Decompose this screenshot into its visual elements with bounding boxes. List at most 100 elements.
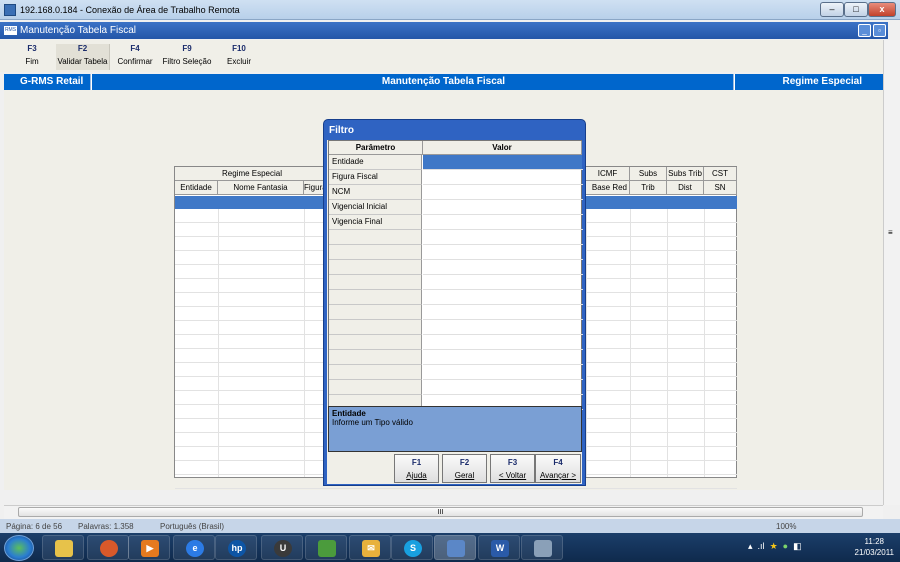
header-divider [90, 74, 92, 90]
skype-icon: S [404, 540, 422, 557]
filtro-valor-line [423, 394, 583, 395]
app-title-text: Manutenção Tabela Fiscal [20, 25, 136, 36]
messenger-icon [318, 540, 336, 557]
mail-task[interactable]: ✉ [349, 535, 391, 560]
filtro-valor-line [423, 319, 583, 320]
hp-task[interactable]: hp [215, 535, 257, 560]
grid-col-icmf[interactable]: ICMF [586, 167, 630, 181]
filtro-valor-line [423, 289, 583, 290]
filtro-param-row[interactable]: Figura Fiscal [329, 170, 422, 185]
calculator-icon [534, 540, 552, 557]
filtro-voltar-button[interactable]: F3 < Voltar [490, 454, 535, 483]
word-icon: W [491, 540, 509, 557]
ultraedit-icon: U [274, 540, 292, 557]
filtro-valor-line [423, 274, 583, 275]
app-minimize-button[interactable]: _ [858, 24, 871, 37]
firefox-task[interactable] [87, 535, 129, 560]
horizontal-scrollbar[interactable]: III [4, 505, 883, 519]
filtro-param-row[interactable] [329, 275, 422, 290]
filtro-param-row[interactable] [329, 320, 422, 335]
grid-col-subs[interactable]: Subs [630, 167, 667, 181]
filtro-param-row[interactable] [329, 380, 422, 395]
filtro-description: Entidade Informe um Tipo válido [328, 406, 582, 452]
filtro-valor-line [423, 364, 583, 365]
filtro-param-row[interactable] [329, 290, 422, 305]
filtro-param-row[interactable]: Vigencia Final [329, 215, 422, 230]
media-task[interactable]: ▶ [128, 535, 170, 560]
tray-expand-icon[interactable]: ▴ [748, 541, 753, 551]
app-restore-button[interactable]: ▫ [873, 24, 886, 37]
hp-icon: hp [228, 540, 246, 557]
toolbar: F3 Fim F2 Validar Tabela F4 Confirmar F9 Fil… [0, 40, 888, 72]
filtro-desc-title: Entidade [332, 409, 366, 418]
grid-col-dist[interactable]: Dist [667, 181, 704, 195]
rdp-titlebar: 192.168.0.184 - Conexão de Área de Traba… [0, 0, 900, 20]
taskbar: ▶ e hp U ✉ S W ▴ .ıl ★ ● ◧ 11:28 21/03/2… [0, 533, 900, 562]
filtro-valor-line [423, 349, 583, 350]
header-left: G-RMS Retail [20, 76, 84, 87]
calculator-task[interactable] [521, 535, 563, 560]
toolbar-excluir-button[interactable]: F10 Excluir [226, 44, 252, 70]
maximize-button[interactable]: □ [844, 2, 868, 17]
filtro-col-valor: Valor [423, 141, 582, 155]
filtro-valor-selected[interactable] [423, 155, 582, 170]
grid-col-trib[interactable]: Trib [630, 181, 667, 195]
security-icon[interactable]: ● [783, 541, 788, 551]
close-button[interactable]: x [868, 2, 896, 17]
filtro-param-row[interactable] [329, 230, 422, 245]
filtro-geral-button[interactable]: F2 Geral [442, 454, 487, 483]
rms-logo-icon: RMS [4, 26, 17, 35]
rdp-title-text: 192.168.0.184 - Conexão de Área de Traba… [20, 5, 240, 15]
filtro-valor-line [423, 304, 583, 305]
filtro-ajuda-button[interactable]: F1 Ajuda [394, 454, 439, 483]
word-task[interactable]: W [478, 535, 520, 560]
media-player-icon: ▶ [141, 540, 159, 557]
grid-col-subs-trib[interactable]: Subs Trib [667, 167, 704, 181]
filtro-param-row[interactable] [329, 335, 422, 350]
filtro-valor-line [423, 334, 583, 335]
grid-col-nome-fantasia[interactable]: Nome Fantasia [218, 181, 304, 195]
ie-task[interactable]: e [173, 535, 215, 560]
grid-col-sn[interactable]: SN [704, 181, 737, 195]
grid-col-base-red[interactable]: Base Red [586, 181, 630, 195]
filtro-param-row[interactable]: Vigencial Inicial [329, 200, 422, 215]
start-button[interactable] [4, 535, 34, 561]
vscroll-grip[interactable]: ≡ [888, 228, 893, 237]
vertical-scrollbar[interactable]: ≡ [883, 40, 900, 505]
star-icon[interactable]: ★ [770, 541, 778, 551]
toolbar-confirmar-button[interactable]: F4 Confirmar [116, 44, 154, 70]
skype-task[interactable]: S [391, 535, 433, 560]
grid-col-cst[interactable]: CST [704, 167, 737, 181]
filtro-avancar-button[interactable]: F4 Avançar > [535, 454, 581, 483]
clock[interactable]: 11:28 21/03/2011 [855, 536, 894, 558]
module-header: Manutenção Tabela Fiscal G-RMS Retail Re… [4, 74, 883, 90]
explorer-task[interactable] [42, 535, 84, 560]
rdp-task[interactable] [434, 535, 476, 560]
filtro-param-row[interactable] [329, 365, 422, 380]
filtro-param-row[interactable] [329, 245, 422, 260]
filtro-param-row[interactable] [329, 350, 422, 365]
minimize-button[interactable]: – [820, 2, 844, 17]
filtro-valor-line [423, 199, 583, 200]
volume-icon[interactable]: ◧ [793, 541, 802, 551]
word-statusbar: Página: 6 de 56 Palavras: 1.358 Portuguê… [0, 519, 900, 533]
toolbar-filtro-button[interactable]: F9 Filtro Seleção [162, 44, 212, 70]
clock-date: 21/03/2011 [854, 548, 894, 557]
grid-col-entidade[interactable]: Entidade [175, 181, 218, 195]
filtro-table[interactable]: Parâmetro Valor Entidade Figura Fiscal NCM… [328, 140, 583, 410]
filtro-valor-line [423, 379, 583, 380]
messenger-task[interactable] [305, 535, 347, 560]
toolbar-validar-button[interactable]: F2 Validar Tabela [56, 44, 110, 70]
hscroll-thumb[interactable]: III [18, 507, 863, 517]
filtro-param-row[interactable] [329, 260, 422, 275]
filtro-valor-line [423, 184, 583, 185]
header-center: Manutenção Tabela Fiscal [381, 76, 506, 87]
filtro-param-row[interactable] [329, 305, 422, 320]
remote-desktop-icon [447, 540, 465, 557]
ue-task[interactable]: U [261, 535, 303, 560]
filtro-param-row[interactable]: Entidade [329, 155, 422, 170]
signal-icon[interactable]: .ıl [758, 541, 765, 551]
toolbar-fim-button[interactable]: F3 Fim [18, 44, 46, 70]
word-words: Palavras: 1.358 [78, 522, 134, 531]
filtro-param-row[interactable]: NCM [329, 185, 422, 200]
